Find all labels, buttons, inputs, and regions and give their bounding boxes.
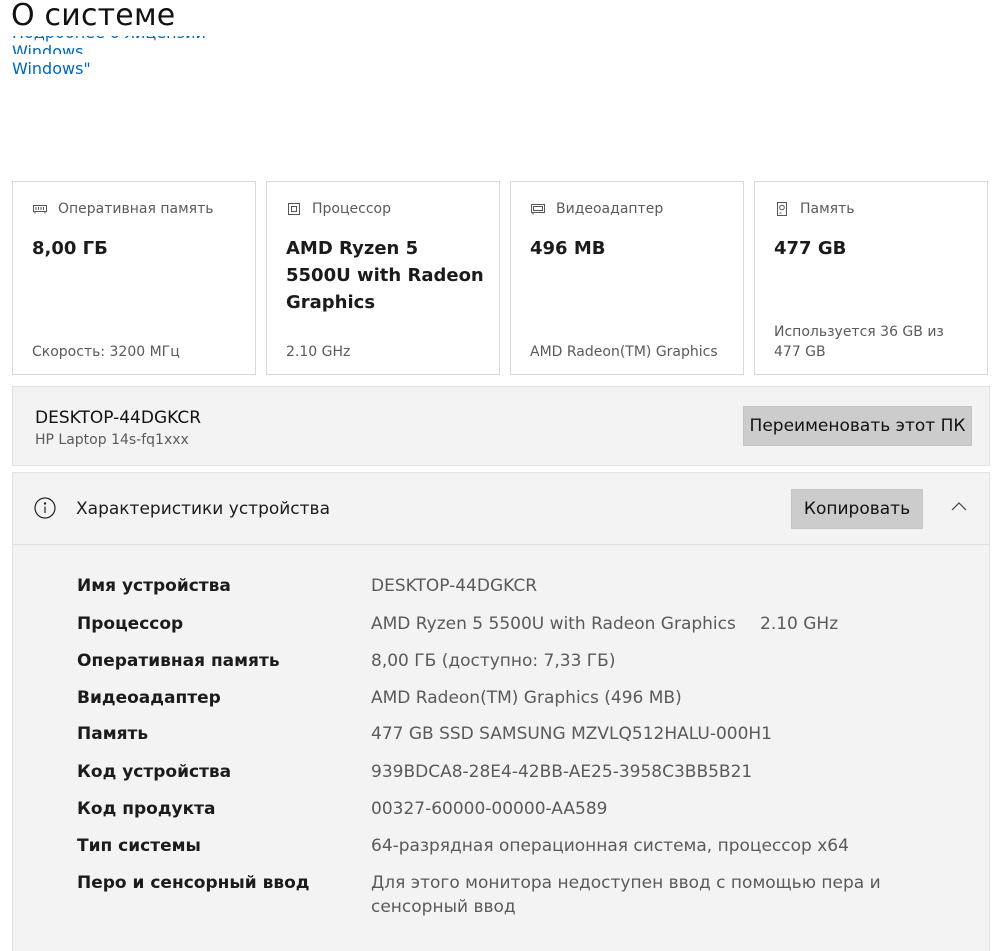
device-specs-panel: Характеристики устройства Копировать Имя…: [12, 472, 990, 951]
card-value: 477 GB: [774, 238, 847, 259]
chevron-up-icon[interactable]: [950, 499, 968, 513]
gpu-icon: [530, 201, 546, 217]
card-value: 8,00 ГБ: [32, 238, 108, 259]
card-label: Память: [800, 201, 855, 217]
spec-key: Видеоадаптер: [77, 688, 221, 708]
storage-icon: [774, 201, 790, 217]
license-link-cut[interactable]: Подробнее о лицензии Windows: [12, 36, 272, 54]
card-label: Оперативная память: [58, 201, 214, 217]
card-foot: AMD Radeon(TM) Graphics: [530, 344, 718, 360]
spec-key: Код устройства: [77, 762, 232, 782]
spec-value: Для этого монитора недоступен ввод с пом…: [371, 873, 881, 917]
info-icon: [33, 496, 57, 520]
pc-name-bar: DESKTOP-44DGKCR HP Laptop 14s-fq1xxx Пер…: [12, 386, 990, 466]
spec-value: AMD Radeon(TM) Graphics (496 MB): [371, 688, 682, 708]
rename-pc-button[interactable]: Переименовать этот ПК: [743, 406, 972, 446]
pc-name: DESKTOP-44DGKCR: [35, 408, 202, 428]
card-foot: 2.10 GHz: [286, 344, 351, 360]
device-specs-header[interactable]: Характеристики устройства Копировать: [13, 473, 989, 545]
spec-value-extra: 2.10 GHz: [760, 614, 839, 634]
card-ram: Оперативная память 8,00 ГБ Скорость: 320…: [12, 181, 256, 375]
spec-value: DESKTOP-44DGKCR: [371, 576, 538, 596]
spec-key: Код продукта: [77, 799, 216, 819]
license-link-cut-text[interactable]: Подробнее о лицензии Windows: [12, 36, 206, 54]
page-title: О системе: [11, 0, 176, 33]
spec-key: Память: [77, 724, 149, 744]
spec-key: Процессор: [77, 614, 184, 634]
card-gpu: Видеоадаптер 496 MB AMD Radeon(TM) Graph…: [510, 181, 744, 375]
card-value: AMD Ryzen 5 5500U with Radeon Graphics: [286, 238, 484, 313]
copy-button[interactable]: Копировать: [791, 489, 923, 529]
card-value: 496 MB: [530, 238, 606, 259]
license-link[interactable]: Windows": [12, 59, 91, 78]
card-foot: Используется 36 GB из 477 GB: [774, 324, 944, 360]
ram-icon: [32, 201, 48, 217]
spec-value: AMD Ryzen 5 5500U with Radeon Graphics: [371, 614, 736, 634]
device-specs-title: Характеристики устройства: [76, 499, 330, 519]
spec-value: 477 GB SSD SAMSUNG MZVLQ512HALU-000H1: [371, 724, 773, 744]
spec-key: Тип системы: [77, 836, 201, 856]
card-cpu: Процессор AMD Ryzen 5 5500U with Radeon …: [266, 181, 500, 375]
card-label: Видеоадаптер: [556, 201, 664, 217]
card-foot: Скорость: 3200 МГц: [32, 344, 180, 360]
card-storage: Память 477 GB Используется 36 GB из 477 …: [754, 181, 988, 375]
spec-key: Перо и сенсорный ввод: [77, 873, 310, 893]
card-label: Процессор: [312, 201, 391, 217]
cpu-icon: [286, 201, 302, 217]
spec-value: 8,00 ГБ (доступно: 7,33 ГБ): [371, 651, 616, 671]
spec-value: 64-разрядная операционная система, проце…: [371, 836, 849, 856]
pc-model: HP Laptop 14s-fq1xxx: [35, 432, 189, 448]
spec-value: 939BDCA8-28E4-42BB-AE25-3958C3BB5B21: [371, 762, 753, 782]
spec-value: 00327-60000-00000-AA589: [371, 799, 608, 819]
spec-key: Оперативная память: [77, 651, 280, 671]
spec-key: Имя устройства: [77, 576, 231, 596]
